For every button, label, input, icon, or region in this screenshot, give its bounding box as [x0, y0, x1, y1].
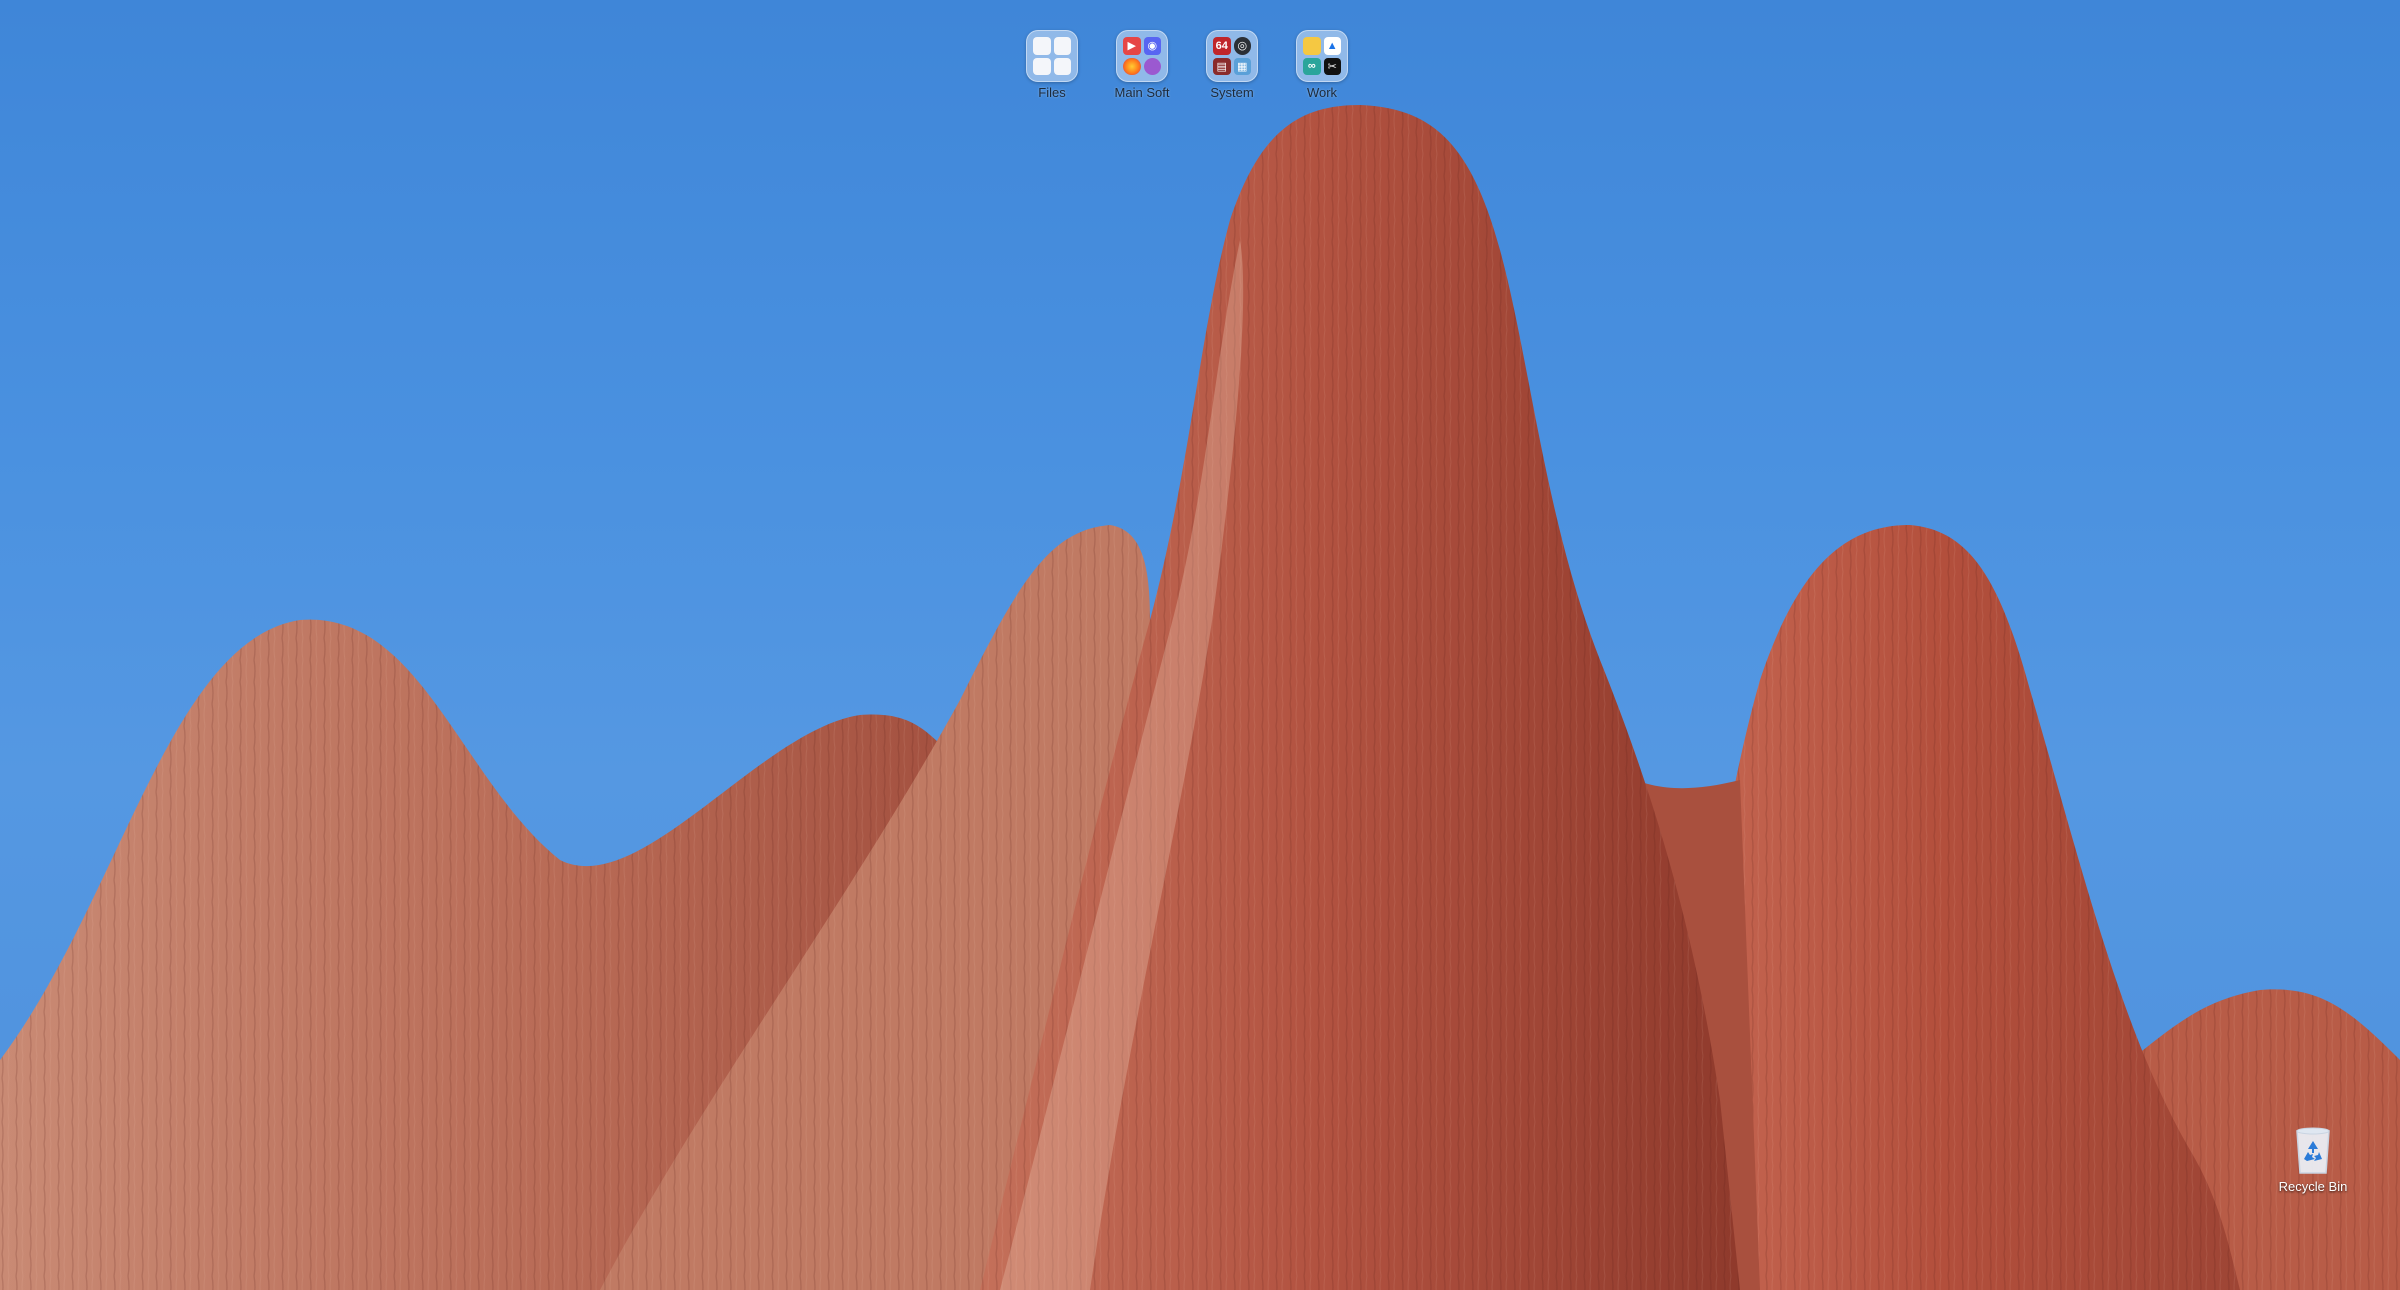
firefox-icon	[1123, 57, 1141, 75]
cpu-z-icon-text: 64	[1215, 39, 1228, 52]
window-tile-icon	[1053, 57, 1071, 75]
folder-label: Files	[1038, 85, 1066, 100]
window-tile-icon	[1033, 37, 1051, 55]
folder-files-tile	[1026, 30, 1078, 82]
folder-label: Work	[1306, 85, 1338, 100]
recycle-bin-icon	[2296, 1127, 2330, 1174]
capcut-icon: ✂	[1323, 57, 1341, 75]
recycle-bin-label: Recycle Bin	[2278, 1179, 2348, 1194]
folder-work[interactable]: ▲ ∞ ✂ Work	[1290, 30, 1354, 100]
storage-tool-icon: ▤	[1213, 57, 1231, 75]
discord-icon: ◉	[1143, 37, 1161, 55]
window-tile-icon	[1053, 37, 1071, 55]
purple-app-icon	[1143, 57, 1161, 75]
folder-label: System	[1210, 85, 1254, 100]
folder-main-soft-tile: ▶ ◉	[1116, 30, 1168, 82]
folder-label: Main Soft	[1114, 85, 1170, 100]
folder-system[interactable]: 64 ◎ ▤ ▦ System	[1200, 30, 1264, 100]
recycle-bin[interactable]: Recycle Bin	[2275, 1125, 2351, 1194]
folder-system-tile: 64 ◎ ▤ ▦	[1206, 30, 1258, 82]
folder-files[interactable]: Files	[1020, 30, 1084, 100]
cpu-z-icon: 64	[1213, 37, 1231, 55]
folder-work-tile: ▲ ∞ ✂	[1296, 30, 1348, 82]
hardware-monitor-icon: ◎	[1233, 37, 1251, 55]
window-tile-icon	[1033, 57, 1051, 75]
link-icon: ∞	[1303, 57, 1321, 75]
file-explorer-icon	[1303, 37, 1321, 55]
media-player-icon: ▶	[1123, 37, 1141, 55]
desktop[interactable]: Files ▶ ◉ Main Soft 64 ◎ ▤ ▦ System ▲ ∞ …	[0, 0, 2400, 1290]
desktop-folder-group: Files ▶ ◉ Main Soft 64 ◎ ▤ ▦ System ▲ ∞ …	[1020, 30, 1354, 100]
wallpaper-image	[0, 105, 2400, 1290]
google-drive-icon: ▲	[1323, 37, 1341, 55]
folder-main-soft[interactable]: ▶ ◉ Main Soft	[1110, 30, 1174, 100]
system-info-icon: ▦	[1233, 57, 1251, 75]
